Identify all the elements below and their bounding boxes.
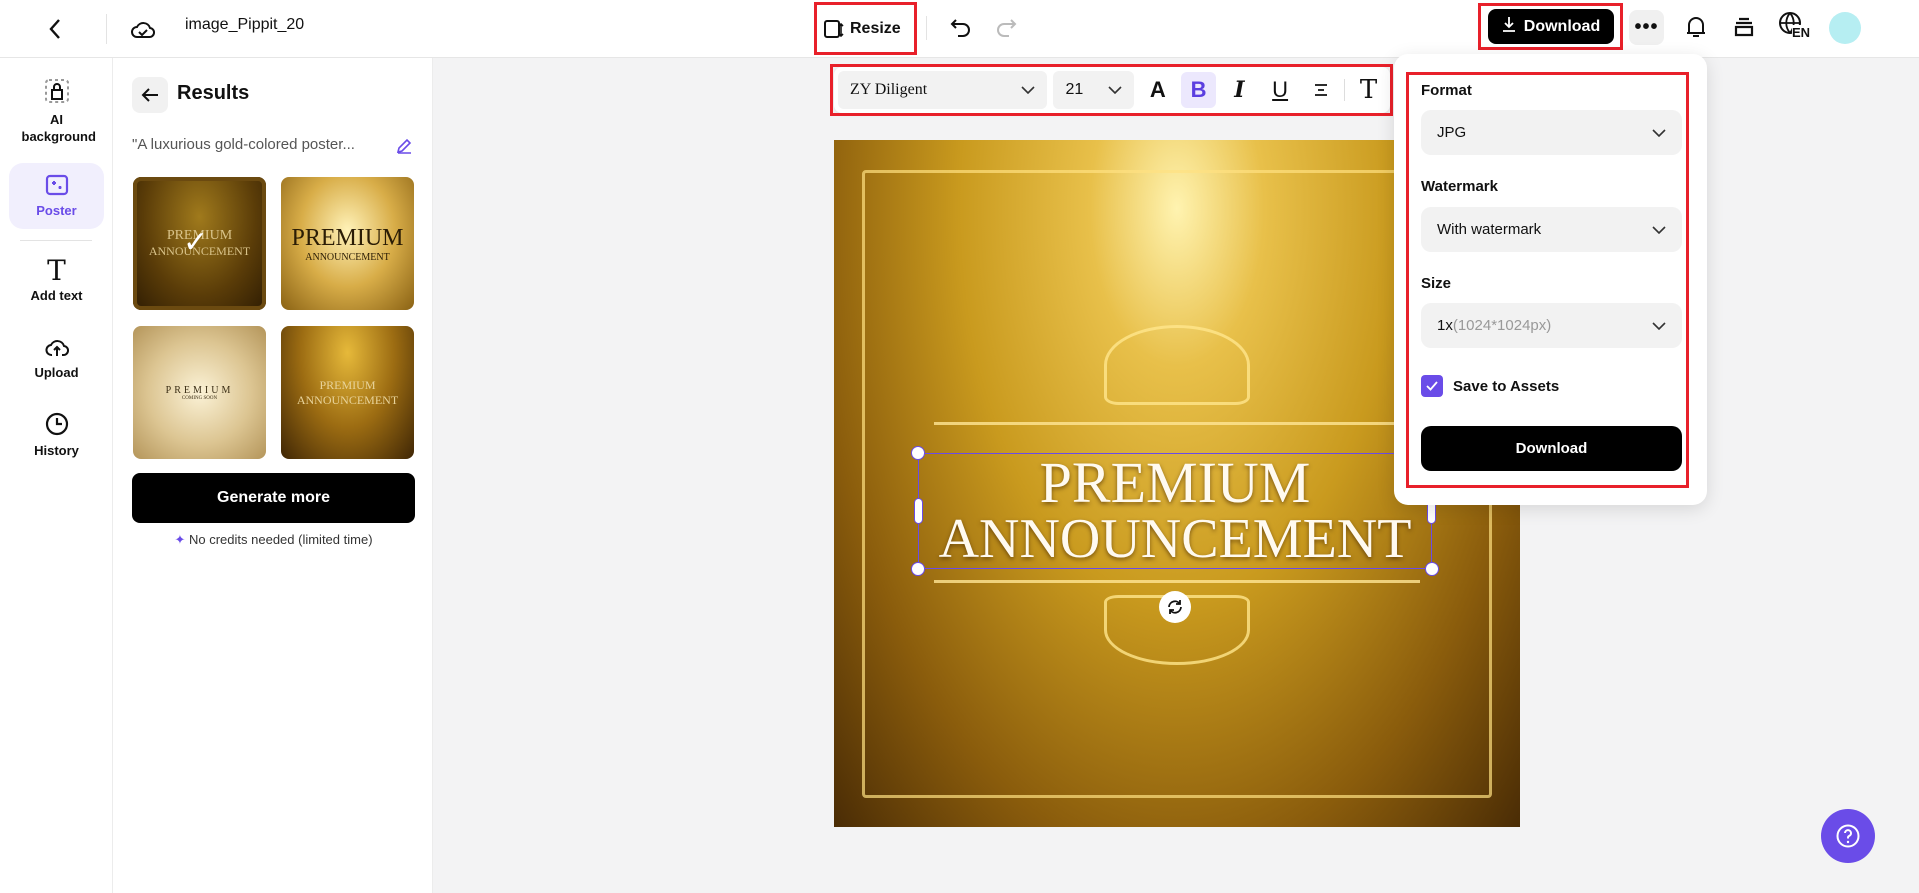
resize-handle[interactable]: [1425, 562, 1439, 576]
font-size-select[interactable]: 21: [1053, 71, 1135, 109]
more-options-icon[interactable]: •••: [1629, 10, 1664, 45]
divider: [1344, 79, 1346, 101]
text-style-icon[interactable]: T: [1351, 72, 1386, 108]
save-to-assets-checkbox[interactable]: Save to Assets: [1421, 375, 1559, 397]
ornament-line-bottom: [934, 580, 1420, 583]
header-download-button[interactable]: Download: [1488, 9, 1614, 44]
results-panel: Results "A luxurious gold-colored poster…: [113, 58, 433, 893]
download-icon: [1502, 16, 1516, 37]
format-select[interactable]: JPG: [1421, 110, 1682, 155]
ornament-line-top: [934, 422, 1420, 425]
result-thumbnail-3[interactable]: PREMIUM COMING SOON: [133, 326, 266, 459]
ornament-crest-top: [1104, 325, 1250, 405]
format-label: Format: [1421, 82, 1472, 99]
divider: [20, 240, 92, 241]
help-question-icon[interactable]: [1821, 809, 1875, 863]
generate-more-button[interactable]: Generate more: [132, 473, 415, 523]
poster-icon: [45, 174, 69, 199]
notification-bell-icon[interactable]: [1681, 12, 1711, 42]
edit-pencil-icon[interactable]: [393, 135, 415, 157]
size-label: Size: [1421, 275, 1452, 292]
redo-icon[interactable]: [991, 12, 1021, 42]
text-color-icon[interactable]: A: [1140, 72, 1175, 108]
sparkle-icon: ✦: [174, 532, 186, 547]
result-thumbnail-2[interactable]: PREMIUM ANNOUNCEMENT: [281, 177, 414, 310]
prompt-text: "A luxurious gold-colored poster...: [132, 136, 355, 153]
text-icon: T: [47, 254, 66, 287]
left-tool-rail: AI background Poster T Add text Upload H…: [0, 58, 113, 893]
download-label: Download: [1523, 17, 1601, 35]
user-avatar[interactable]: [1829, 12, 1861, 44]
back-arrow-icon[interactable]: [132, 77, 168, 113]
resize-button[interactable]: Resize: [822, 10, 901, 48]
language-globe-icon[interactable]: EN: [1778, 11, 1818, 43]
assets-icon[interactable]: [1729, 12, 1759, 42]
side-handle[interactable]: [914, 498, 923, 524]
watermark-label: Watermark: [1421, 178, 1498, 195]
rail-item-history[interactable]: History: [9, 412, 104, 458]
rail-item-upload[interactable]: Upload: [9, 336, 104, 380]
rail-item-poster[interactable]: Poster: [9, 163, 104, 229]
rotate-handle-icon[interactable]: [1159, 591, 1191, 623]
cloud-saved-icon[interactable]: [128, 14, 158, 44]
rail-item-ai-background[interactable]: AI background: [9, 78, 104, 145]
top-bar: image_Pippit_20 Resize Download ••• EN: [0, 0, 1919, 58]
download-confirm-button[interactable]: Download: [1421, 426, 1682, 471]
credits-note: ✦ No credits needed (limited time): [174, 532, 373, 547]
undo-icon[interactable]: [946, 12, 976, 42]
history-clock-icon: [45, 412, 69, 439]
upload-cloud-icon: [44, 336, 70, 361]
chevron-down-icon: [1652, 124, 1666, 141]
checkbox-checked-icon: [1421, 375, 1443, 397]
chevron-down-icon: [1652, 221, 1666, 238]
watermark-select[interactable]: With watermark: [1421, 207, 1682, 252]
resize-handle[interactable]: [911, 562, 925, 576]
rail-item-add-text[interactable]: T Add text: [9, 254, 104, 304]
resize-handle[interactable]: [911, 446, 925, 460]
panel-title: Results: [177, 82, 250, 104]
result-thumbnail-4[interactable]: PREMIUM ANNOUNCEMENT: [281, 326, 414, 459]
divider: [926, 16, 927, 40]
text-format-toolbar: ZY Diligent 21 A B I U T: [834, 67, 1390, 113]
bold-icon[interactable]: B: [1181, 72, 1216, 108]
resize-label: Resize: [850, 20, 901, 37]
chevron-down-icon: [1021, 81, 1036, 99]
chevron-down-icon: [1652, 317, 1666, 334]
download-options-popover: Format JPG Watermark With watermark Size…: [1394, 54, 1707, 505]
selected-check-icon: ✓: [183, 225, 209, 260]
size-select[interactable]: 1x(1024*1024px): [1421, 303, 1682, 348]
selected-text-box[interactable]: PREMIUM ANNOUNCEMENT: [911, 446, 1439, 576]
italic-icon[interactable]: I: [1222, 72, 1257, 108]
result-thumbnail-1-selected[interactable]: PREMIUM ANNOUNCEMENT ✓: [133, 177, 266, 310]
divider: [106, 14, 107, 44]
underline-icon[interactable]: U: [1263, 72, 1298, 108]
align-center-icon[interactable]: [1303, 72, 1338, 108]
font-family-select[interactable]: ZY Diligent: [838, 71, 1048, 109]
project-title[interactable]: image_Pippit_20: [185, 16, 304, 34]
ai-background-icon: [44, 78, 70, 107]
back-chevron-icon[interactable]: [40, 12, 70, 46]
chevron-down-icon: [1108, 81, 1122, 99]
resize-icon: [822, 18, 844, 40]
